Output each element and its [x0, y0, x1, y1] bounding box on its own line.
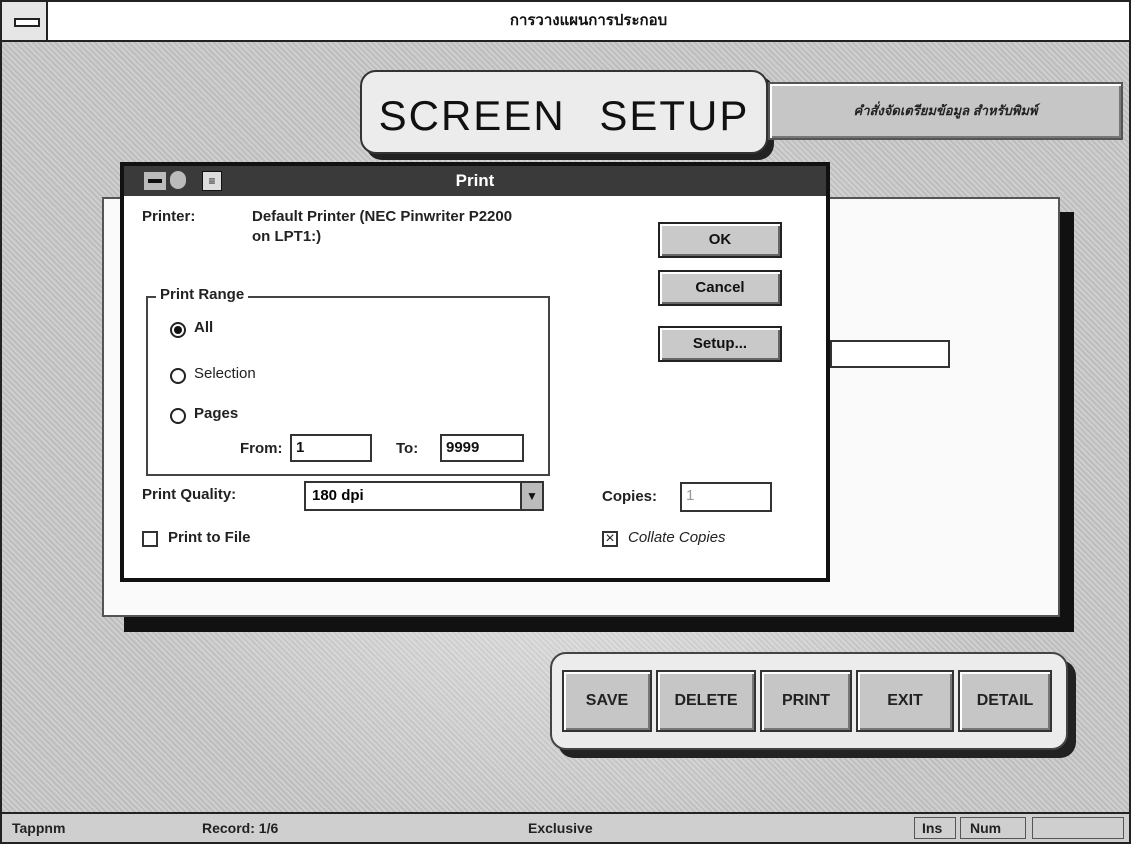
radio-all[interactable] [170, 322, 186, 338]
radio-pages-label[interactable]: Pages [194, 405, 238, 422]
radio-pages[interactable] [170, 408, 186, 424]
copies-input[interactable]: 1 [680, 482, 772, 512]
system-menu-button[interactable] [2, 2, 48, 40]
dropdown-arrow-icon[interactable]: ▼ [520, 483, 542, 509]
setup-button[interactable]: Setup... [658, 326, 782, 362]
title-bar: การวางแผนการประกอบ [2, 2, 1129, 42]
delete-button[interactable]: DELETE [656, 670, 756, 732]
print-range-title: Print Range [156, 286, 249, 303]
status-table-name: Tappnm [12, 820, 66, 836]
print-quality-label: Print Quality: [142, 486, 237, 503]
copies-label: Copies: [602, 488, 658, 505]
dialog-system-menu-icon[interactable] [144, 172, 166, 190]
radio-selection[interactable] [170, 368, 186, 384]
detail-button[interactable]: DETAIL [958, 670, 1052, 732]
print-quality-select[interactable]: 180 dpi ▼ [304, 481, 544, 511]
status-record: Record: 1/6 [202, 820, 279, 836]
print-dialog-title: Print [455, 171, 495, 190]
exit-button[interactable]: EXIT [856, 670, 954, 732]
banner-title: SCREEN SETUP [378, 92, 750, 139]
print-dialog: Print ≡ Printer: Default Printer (NEC Pi… [120, 162, 830, 582]
printer-label: Printer: [142, 208, 196, 225]
radio-selection-label[interactable]: Selection [194, 365, 256, 382]
cancel-button[interactable]: Cancel [658, 270, 782, 306]
main-window: การวางแผนการประกอบ SCREEN SETUP คำสั่งจั… [0, 0, 1131, 844]
dialog-app-icon [170, 171, 186, 189]
prepare-print-data-button[interactable]: คำสั่งจัดเตรียมข้อมูล สำหรับพิมพ์ [768, 82, 1123, 140]
window-title: การวางแผนการประกอบ [509, 12, 668, 29]
screen-setup-banner: SCREEN SETUP [360, 70, 768, 154]
print-to-file-label[interactable]: Print to File [168, 529, 251, 546]
status-extra-box [1032, 817, 1124, 839]
print-quality-value: 180 dpi [312, 487, 364, 504]
to-input[interactable]: 9999 [440, 434, 524, 462]
print-button[interactable]: PRINT [760, 670, 852, 732]
ok-button[interactable]: OK [658, 222, 782, 258]
background-text-field[interactable] [830, 340, 950, 368]
collate-copies-checkbox[interactable]: × [602, 531, 618, 547]
status-ins: Ins [922, 820, 943, 836]
system-menu-icon [14, 18, 40, 27]
printer-name-line1: Default Printer (NEC Pinwriter P2200 [252, 208, 513, 225]
printer-name-line2: on LPT1:) [252, 228, 322, 245]
collate-copies-label[interactable]: Collate Copies [628, 529, 726, 546]
print-to-file-checkbox[interactable] [142, 531, 158, 547]
print-dialog-title-bar: Print [124, 166, 826, 196]
status-num: Num [970, 820, 1002, 836]
status-bar: Tappnm Record: 1/6 Exclusive Ins Num [2, 812, 1129, 842]
dialog-menu-icon[interactable]: ≡ [202, 171, 222, 191]
save-button[interactable]: SAVE [562, 670, 652, 732]
radio-all-label[interactable]: All [194, 319, 213, 336]
action-button-group: SAVE DELETE PRINT EXIT DETAIL [550, 652, 1068, 750]
status-mode: Exclusive [528, 820, 593, 836]
print-range-group: Print Range All Selection Pages From: 1 … [146, 286, 550, 476]
from-label: From: [240, 440, 283, 457]
from-input[interactable]: 1 [290, 434, 372, 462]
to-label: To: [396, 440, 419, 457]
